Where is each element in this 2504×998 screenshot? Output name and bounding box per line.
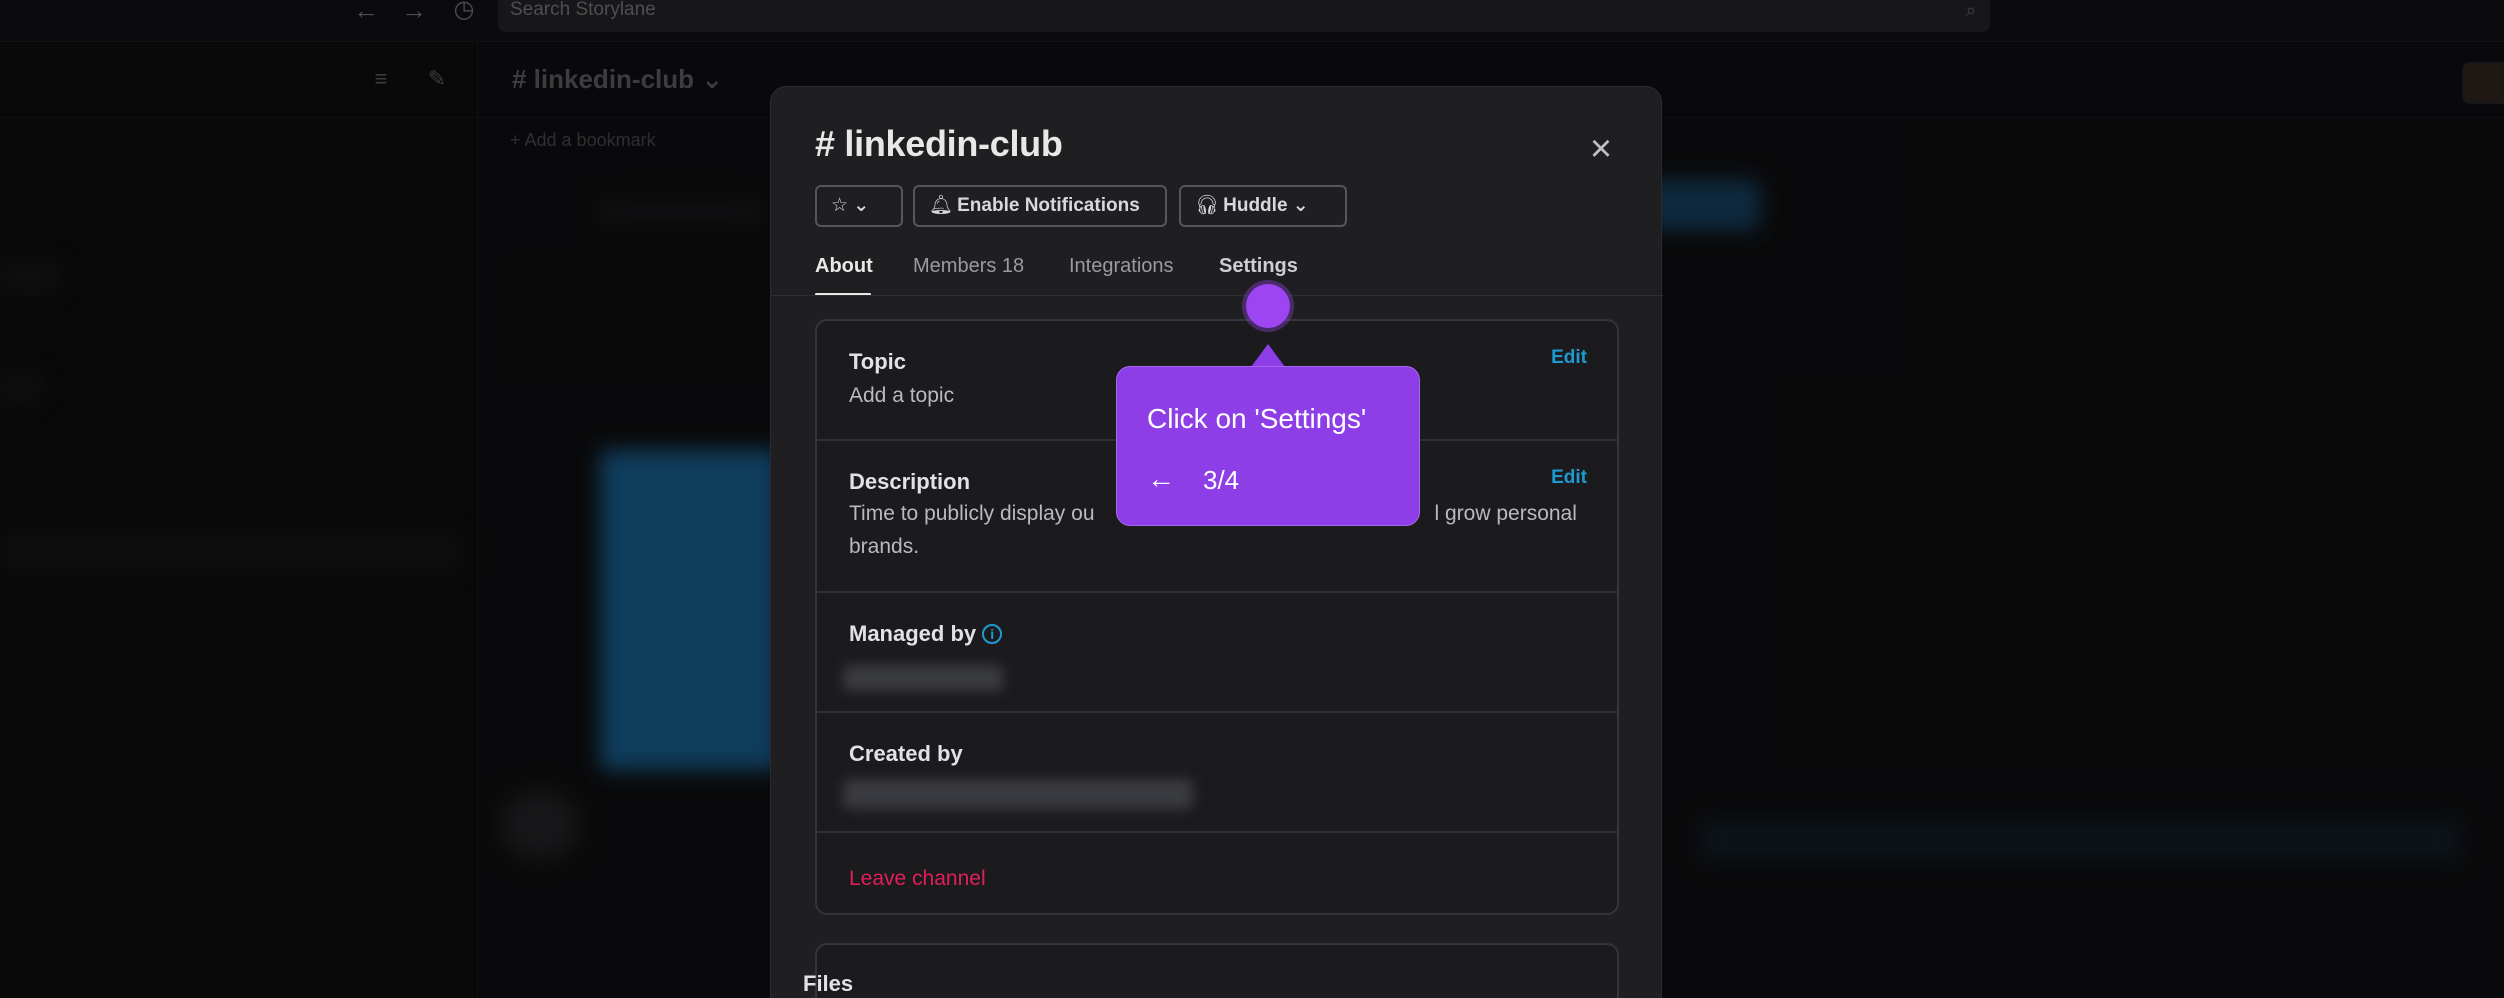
enable-notifications-button[interactable]: 🔔︎ Enable Notifications [913,185,1167,227]
bell-icon: 🔔︎ [929,195,954,216]
tabs-divider [771,295,1663,296]
tab-about[interactable]: About [815,255,873,278]
tab-bar: About Members 18 Integrations Settings [815,255,1661,296]
tooltip-text: Click on 'Settings' [1147,403,1367,434]
tab-settings[interactable]: Settings [1219,255,1298,278]
description-text-end: l grow personal [1434,502,1577,525]
managed-by-section: Managed by i [817,593,1617,713]
tab-integrations[interactable]: Integrations [1069,255,1174,278]
huddle-button[interactable]: 🎧︎ Huddle ⌄ [1179,185,1347,227]
headphones-icon: 🎧︎ [1195,195,1220,216]
topic-label: Topic [849,349,907,374]
tab-members[interactable]: Members 18 [913,255,1024,278]
created-by-section: Created by [817,713,1617,833]
info-icon[interactable]: i [982,624,1003,644]
description-text-start: Time to publicly display ou [849,502,1095,525]
modal-title: # linkedin-club [815,123,1063,164]
star-button[interactable]: ☆ ⌄ [815,185,903,227]
files-card[interactable] [815,943,1619,998]
huddle-label: Huddle ⌄ [1223,195,1309,216]
topic-edit-link[interactable]: Edit [1551,347,1587,369]
tooltip-arrow [1251,344,1285,367]
description-label: Description [849,469,971,494]
created-by-label: Created by [849,741,963,766]
creator-name-blurred [843,779,1193,809]
description-edit-link[interactable]: Edit [1551,467,1587,489]
managed-by-text: Managed by [849,621,977,646]
walkthrough-tooltip: Click on 'Settings' ← 3/4 [1116,366,1420,526]
tooltip-back-arrow-icon[interactable]: ← [1147,463,1175,495]
close-icon[interactable]: × [1581,130,1621,171]
channel-details-modal: # linkedin-club × ☆ ⌄ 🔔︎ Enable Notificat… [770,86,1663,998]
files-label: Files [803,971,854,996]
tooltip-step-counter: 3/4 [1203,465,1240,495]
manager-name-blurred [843,665,1003,691]
enable-notifications-label: Enable Notifications [957,195,1140,216]
description-text-line2: brands. [849,535,920,558]
managed-by-label: Managed by i [849,621,1003,647]
leave-channel-link[interactable]: Leave channel [849,867,986,891]
walkthrough-hotspot[interactable] [1246,284,1290,328]
